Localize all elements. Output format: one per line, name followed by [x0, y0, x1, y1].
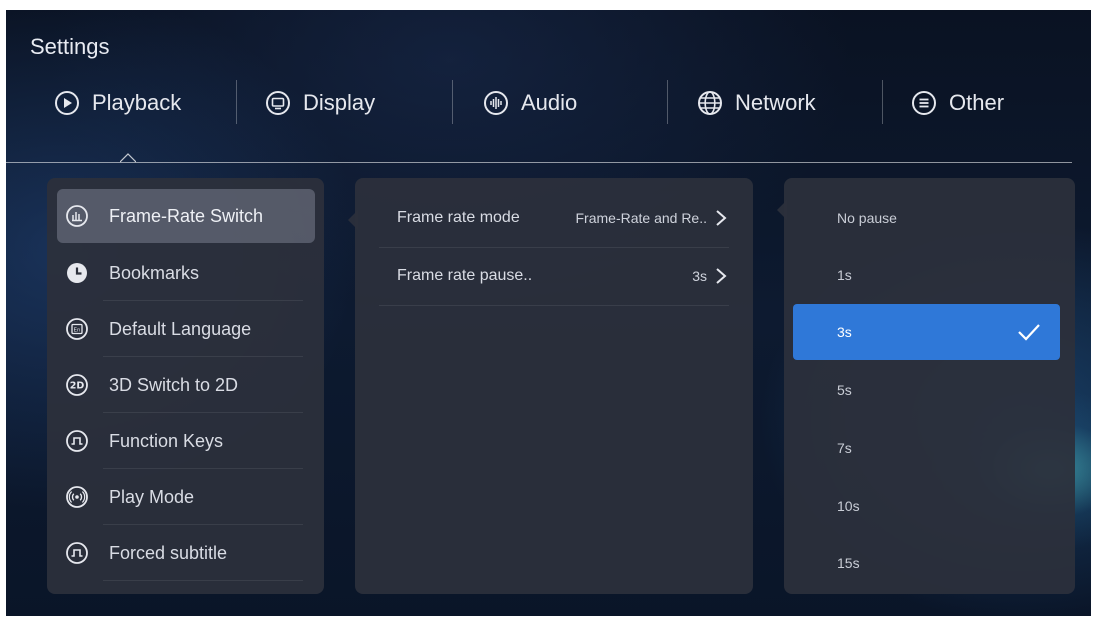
option-no-pause[interactable]: No pause — [793, 190, 1060, 246]
option-7s[interactable]: 7s — [793, 420, 1060, 476]
screenshot-border — [1091, 0, 1101, 626]
chevron-right-icon — [715, 267, 727, 285]
tab-selection-notch — [120, 153, 136, 163]
list-divider — [103, 300, 303, 301]
2d-icon: 2D — [65, 373, 89, 397]
sidebar-item-label: Play Mode — [109, 486, 195, 507]
tab-separator — [236, 80, 237, 124]
tab-separator — [667, 80, 668, 124]
svg-text:2D: 2D — [70, 381, 85, 392]
setting-row-frame-rate-pause[interactable]: Frame rate pause.. 3s — [397, 248, 727, 304]
pause-duration-options: No pause 1s 3s 5s 7s 10s 15s — [784, 178, 1075, 594]
setting-value: 3s — [692, 268, 707, 284]
sidebar-item-label: Forced subtitle — [109, 542, 228, 563]
tab-playback[interactable]: Playback — [54, 78, 181, 128]
chevron-right-icon — [715, 209, 727, 227]
page-title: Settings — [30, 34, 110, 59]
sidebar-item-3d-switch-to-2d[interactable]: 2D 3D Switch to 2D — [57, 358, 315, 412]
tab-display[interactable]: Display — [265, 78, 375, 128]
sidebar-item-function-keys[interactable]: Function Keys — [57, 414, 315, 468]
option-3s[interactable]: 3s — [793, 304, 1060, 360]
svg-text:En: En — [74, 328, 81, 334]
tab-separator — [452, 80, 453, 124]
sidebar-item-frame-rate-switch[interactable]: Frame-Rate Switch — [57, 189, 315, 243]
playback-category-list: Frame-Rate Switch Bookmarks En Default L… — [47, 178, 324, 594]
sidebar-item-label: Default Language — [109, 318, 252, 339]
checkmark-icon — [1016, 321, 1042, 343]
sidebar-item-label: Function Keys — [109, 430, 224, 451]
option-label: 10s — [837, 498, 860, 514]
sidebar-item-label: Frame-Rate Switch — [109, 205, 264, 226]
tab-separator — [882, 80, 883, 124]
menu-circle-icon — [911, 90, 937, 116]
top-tab-bar: Playback Display Audio Network Other — [6, 78, 1091, 130]
sidebar-item-default-language[interactable]: En Default Language — [57, 302, 315, 356]
tab-network[interactable]: Network — [697, 78, 816, 128]
tab-audio[interactable]: Audio — [483, 78, 577, 128]
setting-row-frame-rate-mode[interactable]: Frame rate mode Frame-Rate and Re.. — [397, 190, 727, 246]
tab-label: Display — [303, 90, 376, 115]
monitor-icon — [265, 90, 291, 116]
tab-underline-rule — [6, 162, 1072, 163]
tab-label: Playback — [92, 90, 182, 115]
screenshot-border — [0, 0, 1101, 10]
play-mode-icon — [65, 485, 89, 509]
option-1s[interactable]: 1s — [793, 247, 1060, 303]
list-divider — [103, 524, 303, 525]
option-5s[interactable]: 5s — [793, 362, 1060, 418]
language-icon: En — [65, 317, 89, 341]
option-10s[interactable]: 10s — [793, 478, 1060, 534]
list-divider — [103, 580, 303, 581]
option-label: 5s — [837, 382, 852, 398]
sidebar-item-play-mode[interactable]: Play Mode — [57, 470, 315, 524]
option-label: 1s — [837, 267, 852, 283]
sidebar-item-label: Bookmarks — [109, 262, 200, 283]
screenshot-border — [0, 0, 6, 626]
tab-other[interactable]: Other — [911, 78, 1004, 128]
function-keys-icon — [65, 429, 89, 453]
sidebar-item-label: 3D Switch to 2D — [109, 374, 239, 395]
list-divider — [103, 356, 303, 357]
setting-label: Frame rate mode — [397, 209, 520, 226]
option-label: No pause — [837, 210, 897, 226]
list-divider — [103, 412, 303, 413]
option-label: 15s — [837, 555, 860, 571]
sidebar-item-bookmarks[interactable]: Bookmarks — [57, 246, 315, 300]
list-divider — [379, 305, 729, 306]
globe-icon — [697, 90, 723, 116]
tab-label: Network — [735, 90, 816, 115]
tab-label: Other — [949, 90, 1005, 115]
play-circle-icon — [54, 90, 80, 116]
frame-rate-settings-panel: Frame rate mode Frame-Rate and Re.. Fram… — [355, 178, 753, 594]
screenshot-border — [0, 616, 1101, 626]
option-15s[interactable]: 15s — [793, 535, 1060, 591]
audio-wave-icon — [483, 90, 509, 116]
setting-label: Frame rate pause.. — [397, 267, 533, 284]
list-divider — [103, 468, 303, 469]
option-label: 3s — [837, 324, 852, 340]
setting-value: Frame-Rate and Re.. — [575, 210, 708, 226]
option-label: 7s — [837, 440, 852, 456]
clock-icon — [65, 261, 89, 285]
frame-rate-icon — [65, 204, 89, 228]
sidebar-item-forced-subtitle[interactable]: Forced subtitle — [57, 526, 315, 580]
subtitle-icon — [65, 541, 89, 565]
tab-label: Audio — [521, 90, 578, 115]
